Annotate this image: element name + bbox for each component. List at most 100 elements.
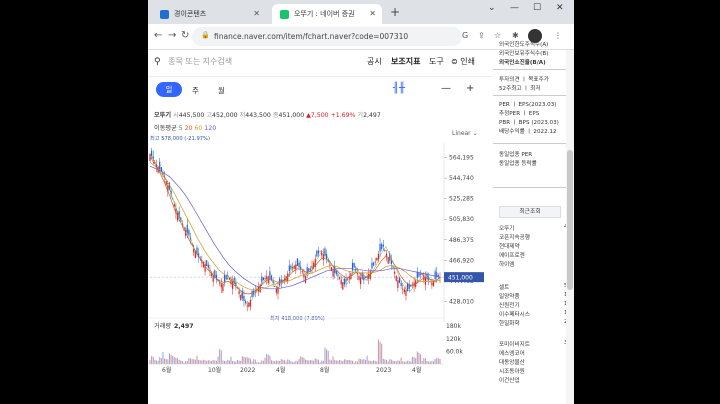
volume-bar — [384, 359, 386, 364]
close-window-icon[interactable]: ✕ — [556, 3, 564, 13]
y-tick-label: 505,830 — [449, 216, 474, 223]
recent-item[interactable]: 오뚜기 — [499, 224, 514, 232]
google-icon[interactable]: G — [462, 31, 468, 40]
volume-bar — [264, 357, 266, 364]
info-row: 외국인소진율(B/A) — [499, 60, 546, 66]
share-icon[interactable]: ⇪ — [478, 31, 485, 40]
candle-body — [298, 262, 300, 268]
volume-bar — [360, 359, 362, 364]
y-tick-label: 486,375 — [449, 237, 474, 244]
volume-bar — [402, 361, 404, 364]
candle-body — [219, 282, 221, 284]
volume-bar — [368, 360, 370, 364]
recent-item[interactable]: 일양약품 — [499, 292, 520, 300]
recent-item[interactable]: 하이엠 — [499, 260, 514, 268]
scrollbar[interactable] — [566, 50, 574, 404]
recent-item[interactable]: 대동앙물산 — [499, 358, 525, 366]
volume-bar — [249, 358, 251, 364]
volume-bar — [363, 359, 365, 364]
tab-inactive[interactable]: 경이콘텐츠 ✕ — [152, 4, 266, 24]
candle-body — [311, 266, 313, 269]
volume-bar — [283, 360, 285, 364]
volume-bar — [277, 360, 279, 364]
volume-bar — [321, 360, 323, 364]
candle-body — [329, 264, 331, 266]
recent-header[interactable]: 최근조회 — [499, 206, 561, 218]
recent-item[interactable]: 이건산업 — [499, 376, 520, 384]
volume-bar — [279, 361, 281, 364]
volume-bar — [433, 361, 435, 364]
volume-bar — [206, 360, 208, 364]
forward-arrow-icon[interactable]: → — [168, 30, 176, 41]
candle-body — [371, 262, 373, 269]
recent-item[interactable]: 현대제약 — [499, 242, 520, 250]
volume-bar — [335, 360, 337, 364]
recent-item[interactable]: 신원전기 — [499, 301, 520, 309]
tab-active[interactable]: 오뚜기 : 네이버 증권 ✕ — [272, 4, 382, 24]
candle-body — [267, 277, 269, 284]
recent-item[interactable]: 셀트 — [499, 283, 509, 291]
volume-bar — [340, 360, 342, 364]
volume-bar — [188, 357, 190, 364]
recent-item[interactable]: 이수페타시스 — [499, 310, 530, 318]
maximize-icon[interactable]: ☐ — [533, 3, 541, 13]
url-text: finance.naver.com/item/fchart.naver?code… — [214, 32, 409, 41]
volume-bar — [225, 361, 227, 364]
recent-item[interactable]: 에이프로젠 — [499, 251, 525, 259]
volume-tick-label: 120k — [446, 336, 461, 343]
info-row: PBR ㅣ BPS (2023.03) — [499, 120, 559, 126]
volume-bar — [300, 356, 302, 364]
info-row: 투자의견 ㅣ 목표주가 — [499, 77, 549, 83]
volume-bar — [437, 358, 439, 364]
volume-bar — [236, 359, 238, 364]
volume-bar — [389, 359, 391, 364]
recent-item[interactable]: 코픈지속공행 — [499, 233, 530, 241]
candle-body — [212, 276, 214, 282]
close-icon[interactable]: ✕ — [253, 9, 260, 18]
volume-bar — [358, 358, 360, 364]
volume-bar — [397, 360, 399, 364]
reload-icon[interactable]: ↻ — [181, 30, 189, 41]
volume-bar — [392, 360, 394, 364]
candle-body — [309, 268, 311, 270]
x-tick-label: 2023 — [376, 367, 391, 374]
candle-body — [419, 273, 422, 275]
volume-bar — [373, 360, 375, 364]
volume-bar — [224, 360, 226, 364]
y-tick-label: 564,195 — [449, 155, 474, 162]
new-tab-plus-icon[interactable]: + — [390, 5, 400, 19]
info-row: 동일업종 등락률 — [499, 161, 537, 167]
recent-item[interactable]: 에스엠코어 — [499, 349, 525, 357]
recent-item[interactable]: 포미이비지트 — [499, 340, 530, 348]
volume-bar — [202, 359, 204, 364]
volume-bar — [339, 359, 341, 364]
volume-bar — [165, 358, 167, 364]
volume-bar — [408, 361, 410, 364]
close-icon[interactable]: ✕ — [369, 9, 376, 18]
recent-item[interactable]: 시조동아원 — [499, 367, 525, 375]
chevron-down-icon[interactable]: ⌄ — [488, 3, 496, 13]
url-field[interactable]: 🔒 finance.naver.com/item/fchart.naver?co… — [192, 27, 462, 46]
browser-window: 경이콘텐츠 ✕ 오뚜기 : 네이버 증권 ✕ + ⌄ — ☐ ✕ ← → ↻ 🔒… — [148, 0, 574, 404]
volume-bar — [248, 357, 250, 364]
volume-bar — [240, 360, 242, 364]
recent-item[interactable]: 한일화학 — [499, 319, 520, 327]
volume-bar — [181, 360, 183, 364]
candle-body — [222, 284, 224, 292]
price-chart[interactable]: 564,195 544,740 525,285 505,830 486,375 466,9… — [148, 50, 493, 404]
volume-bar — [261, 360, 263, 364]
volume-bar — [272, 360, 274, 364]
site-favicon-icon — [160, 9, 169, 19]
volume-bar — [371, 361, 373, 364]
minimize-icon[interactable]: — — [510, 3, 519, 13]
volume-bar — [177, 358, 179, 364]
volume-bar — [274, 361, 276, 364]
back-arrow-icon[interactable]: ← — [154, 30, 162, 41]
x-tick-label: 4월 — [412, 366, 421, 374]
volume-bar — [154, 360, 156, 364]
scrollbar-thumb[interactable] — [567, 150, 573, 290]
candle-body — [392, 266, 394, 268]
volume-bar — [266, 353, 268, 364]
volume-bar — [322, 360, 324, 364]
volume-bar — [271, 360, 273, 364]
